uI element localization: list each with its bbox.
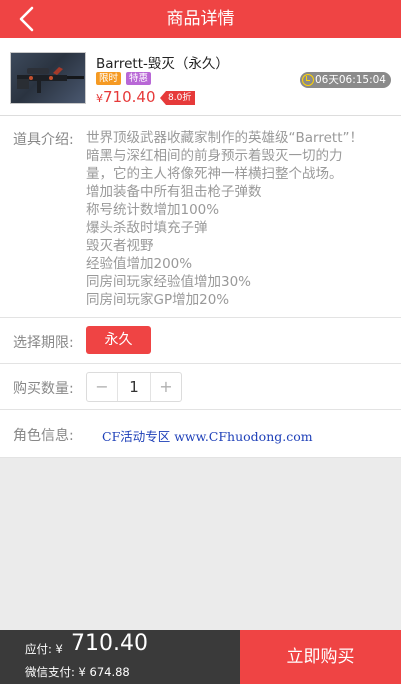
price-value: 710.40 <box>103 88 156 106</box>
product-card: Barrett-毁灭（永久） 限时 特惠 ¥710.40 8.0折 06天06:… <box>0 38 401 116</box>
product-image <box>10 52 86 104</box>
header-bar: 商品详情 <box>0 0 401 38</box>
price-summary: 应付: ¥ 710.40 微信支付: ¥ 674.88 <box>0 630 240 684</box>
description-text: 世界顶级武器收藏家制作的英雄级“Barrett”！ 暗黑与深红相间的前身预示着毁… <box>86 129 390 309</box>
description-line: 毁灭者视野 <box>86 238 154 254</box>
item-description-section: 道具介绍: 世界顶级武器收藏家制作的英雄级“Barrett”！ 暗黑与深红相间的… <box>0 116 401 318</box>
description-line: 量，它的主人将像死神一样横扫整个战场。 <box>86 166 343 182</box>
amount-due-value: 710.40 <box>71 631 148 656</box>
decrease-button[interactable]: − <box>87 373 117 401</box>
special-offer-badge: 特惠 <box>126 72 152 85</box>
amount-due-currency: ¥ <box>55 642 63 656</box>
amount-due-label: 应付: ¥ <box>25 641 63 657</box>
description-line: 经验值增加200% <box>86 256 193 272</box>
product-name: Barrett-毁灭（永久） <box>96 56 229 72</box>
discount-badge: 8.0折 <box>160 91 196 105</box>
description-line: 称号统计数增加100% <box>86 202 220 218</box>
increase-button[interactable]: + <box>151 373 181 401</box>
product-price: ¥710.40 <box>96 88 156 106</box>
description-line: 同房间玩家经验值增加30% <box>86 274 252 290</box>
period-label: 选择期限: <box>13 335 74 351</box>
description-line: 增加装备中所有狙击枪子弹数 <box>86 184 262 200</box>
period-option-permanent[interactable]: 永久 <box>86 326 151 354</box>
rifle-icon <box>17 67 84 93</box>
description-line: 爆头杀敌时填充子弹 <box>86 220 208 236</box>
price-currency: ¥ <box>96 92 103 105</box>
quantity-value[interactable]: 1 <box>117 373 151 401</box>
page-title: 商品详情 <box>166 9 235 29</box>
description-line: 暗黑与深红相间的前身预示着毁灭一切的力 <box>86 148 343 164</box>
checkout-bar: 应付: ¥ 710.40 微信支付: ¥ 674.88 立即购买 <box>0 630 401 684</box>
description-label: 道具介绍: <box>13 132 74 148</box>
quantity-label: 购买数量: <box>13 381 74 397</box>
role-info-section: 角色信息: CF活动专区 www.CFhuodong.com <box>0 410 401 458</box>
role-info-label: 角色信息: <box>13 428 74 444</box>
quantity-stepper: − 1 + <box>86 372 182 402</box>
description-line: 世界顶级武器收藏家制作的英雄级“Barrett”！ <box>86 130 363 146</box>
countdown-text: 06天06:15:04 <box>314 74 386 86</box>
wechat-pay-amount: 微信支付: ¥ 674.88 <box>25 665 130 679</box>
quantity-section: 购买数量: − 1 + <box>0 364 401 410</box>
description-line: 同房间玩家GP增加20% <box>86 292 230 308</box>
role-info-link[interactable]: CF活动专区 www.CFhuodong.com <box>102 426 313 445</box>
buy-now-button[interactable]: 立即购买 <box>240 630 401 684</box>
limited-time-badge: 限时 <box>96 72 122 85</box>
period-section: 选择期限: 永久 <box>0 318 401 364</box>
countdown-timer: 06天06:15:04 <box>299 72 391 88</box>
clock-icon <box>301 74 314 86</box>
amount-due-text: 应付: <box>25 642 52 656</box>
